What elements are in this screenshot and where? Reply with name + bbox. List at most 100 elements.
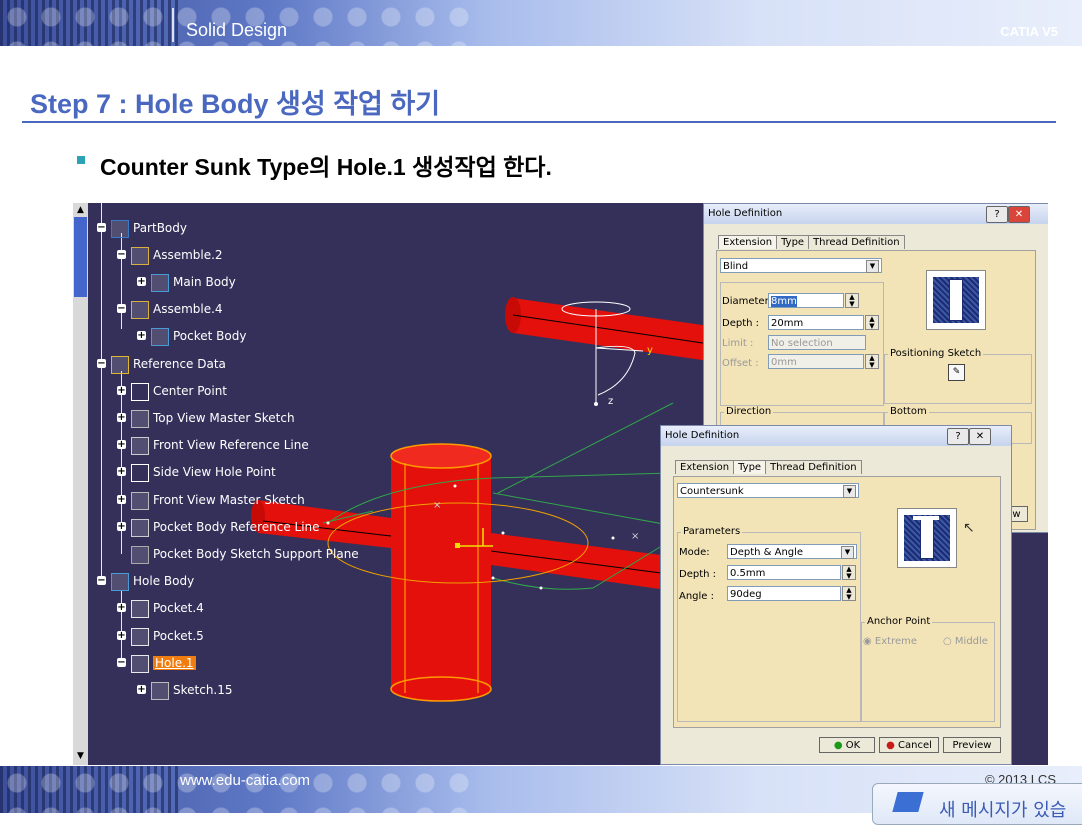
collapse-icon[interactable]: − [97,359,106,369]
tree-item-label: Pocket Body Sketch Support Plane [153,547,359,561]
tab-type[interactable]: Type [733,460,767,474]
assemble-icon [131,301,149,319]
bullet-icon [77,156,85,164]
sketch-icon [131,410,149,428]
pocket-icon [131,628,149,646]
dialog-title: Hole Definition [708,208,783,219]
countersunk-preview-image [897,508,957,568]
scroll-up-arrow-icon[interactable]: ▲ [75,205,86,216]
header-title: Solid Design [186,20,288,40]
collapse-icon[interactable]: − [117,658,126,668]
expand-icon[interactable]: + [117,413,126,423]
anchor-middle-radio[interactable]: ○ Middle [943,636,988,647]
tree-item-label: Sketch.15 [173,683,233,697]
anchor-extreme-radio[interactable]: ◉ Extreme [863,636,917,647]
expand-icon[interactable]: + [137,277,146,287]
svg-text:×: × [433,500,441,511]
collapse-icon[interactable]: − [117,304,126,314]
close-icon[interactable]: ✕ [1008,206,1030,223]
tree-item-label: Center Point [153,384,227,398]
bullet-text: Counter Sunk Type의 Hole.1 생성작업 한다. [100,154,552,180]
expand-icon[interactable]: + [117,495,126,505]
expand-icon[interactable]: + [117,631,126,641]
axis-z-label: z [608,396,614,407]
countersink-depth-input[interactable]: 0.5mm [727,565,841,580]
expand-icon[interactable]: + [137,685,146,695]
mode-select[interactable]: Depth & Angle ▼ [727,544,857,559]
tree-item-label: Top View Master Sketch [153,411,295,425]
catia-viewport[interactable]: × × y z ▲ ▼ − PartBody − Assemble.2 + Main Bo… [73,203,1048,765]
tree-item-label: Assemble.4 [153,302,223,316]
tab-extension[interactable]: Extension [718,235,778,249]
scroll-down-arrow-icon[interactable]: ▼ [75,751,86,762]
positioning-sketch-icon[interactable]: ✎ [948,364,965,381]
point-icon [131,464,149,482]
collapse-icon[interactable]: − [97,576,106,586]
hole-type-select[interactable]: Countersunk ▼ [677,483,859,498]
tree-item-label: Front View Master Sketch [153,493,305,507]
tree-item-label: Hole Body [133,574,195,588]
hole-preview-image [926,270,986,330]
tab-thread-definition[interactable]: Thread Definition [765,460,862,474]
footer-url[interactable]: www.edu-catia.com [180,772,310,789]
mouse-cursor-icon: ↖ [963,520,975,536]
line-icon [131,519,149,537]
hole-icon [131,655,149,673]
tree-item-label: Pocket.4 [153,601,204,615]
collapse-icon[interactable]: − [97,223,106,233]
offset-input: 0mm [768,354,864,369]
tree-item-label: Side View Hole Point [153,465,276,479]
body-icon [151,328,169,346]
sketch-icon [131,492,149,510]
body-icon [111,573,129,591]
title-underline [22,121,1056,123]
expand-icon[interactable]: + [117,603,126,613]
axis-y-label: y [647,345,653,356]
tab-thread-definition[interactable]: Thread Definition [808,235,905,249]
countersink-depth-spinner[interactable]: ▲ ▼ [842,565,856,580]
hole-definition-dialog[interactable]: Hole Definition ? ✕ Extension Type Thread … [660,425,1012,765]
reference-data-icon [111,356,129,374]
expand-icon[interactable]: + [117,440,126,450]
tree-item-label: Assemble.2 [153,248,223,262]
upper-tube [505,297,724,363]
expand-icon[interactable]: + [117,467,126,477]
diameter-input[interactable]: 8mm [768,293,844,308]
expand-icon[interactable]: + [137,331,146,341]
ok-button[interactable]: ● OK [819,737,875,753]
body-icon [151,274,169,292]
expand-icon[interactable]: + [117,386,126,396]
preview-button[interactable]: Preview [943,737,1001,753]
assemble-icon [131,247,149,265]
plane-icon [131,546,149,564]
extension-type-select[interactable]: Blind ▼ [720,258,882,273]
part-body-icon [111,220,129,238]
collapse-icon[interactable]: − [117,250,126,260]
line-icon [131,437,149,455]
cancel-button[interactable]: ● Cancel [879,737,939,753]
help-button[interactable]: ? [947,428,969,445]
tree-item-label: Reference Data [133,357,226,371]
depth-spinner[interactable]: ▲ ▼ [865,315,879,330]
header-band [0,0,1082,46]
tree-scrollbar[interactable]: ▲ ▼ [73,203,88,765]
page-title: Step 7 : Hole Body 생성 작업 하기 [30,89,441,119]
countersink-angle-input[interactable]: 90deg [727,586,841,601]
notification-popup[interactable]: 새 메시지가 있습 [872,783,1082,825]
tree-item-label: Pocket Body Reference Line [153,520,320,534]
depth-input[interactable]: 20mm [768,315,864,330]
countersink-angle-spinner[interactable]: ▲ ▼ [842,586,856,601]
tree-item-label: PartBody [133,221,187,235]
dialog-title: Hole Definition [665,430,740,441]
tree-item-label: Pocket Body [173,329,247,343]
expand-icon[interactable]: + [117,522,126,532]
scrollbar-thumb[interactable] [74,217,87,297]
close-icon[interactable]: ✕ [969,428,991,445]
help-button[interactable]: ? [986,206,1008,223]
pocket-icon [131,600,149,618]
limit-input: No selection [768,335,866,350]
tab-type[interactable]: Type [776,235,810,249]
sketch-icon [151,682,169,700]
diameter-spinner[interactable]: ▲ ▼ [845,293,859,308]
tab-extension[interactable]: Extension [675,460,735,474]
